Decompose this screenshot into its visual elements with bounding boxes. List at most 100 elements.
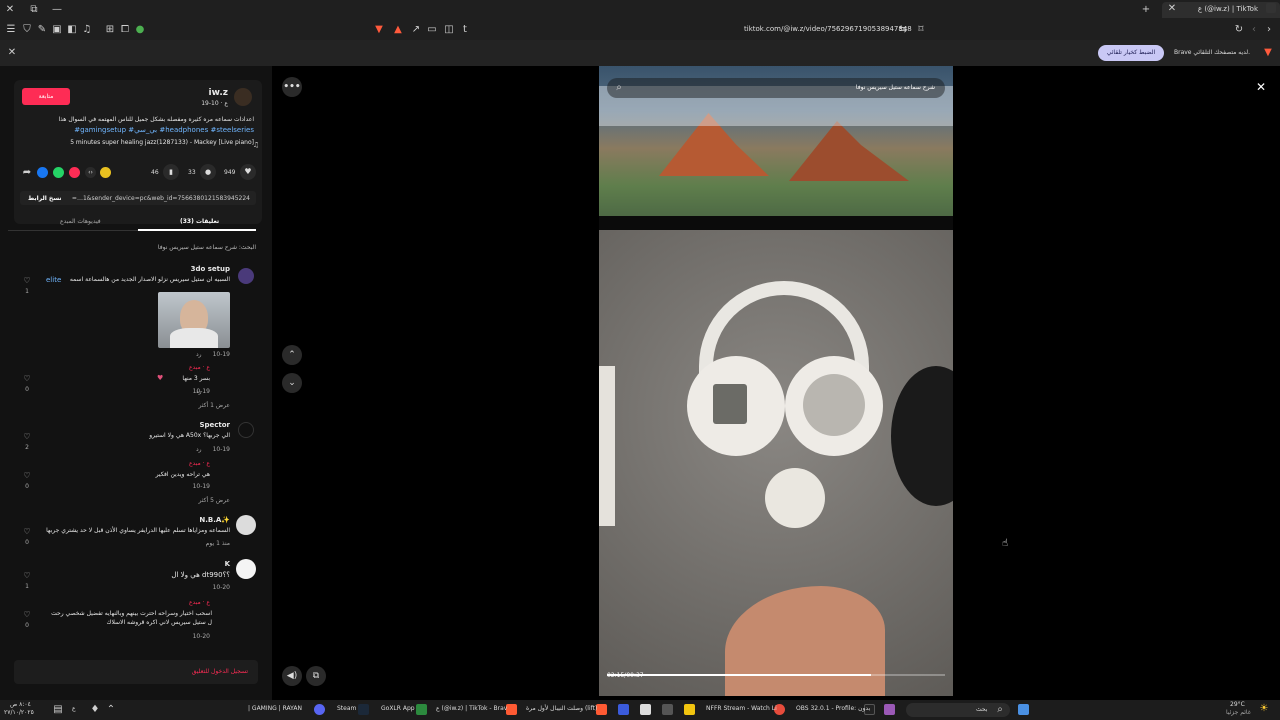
picture-in-picture-icon[interactable]: ◫	[443, 24, 455, 36]
comment-username[interactable]: Spector	[199, 421, 230, 429]
network-icon[interactable]: ▤	[52, 704, 64, 716]
restore-icon[interactable]: ⧉	[28, 4, 40, 16]
set-default-button[interactable]: الضبط كخيار تلقائي	[1098, 45, 1164, 61]
taskbar-item-steam[interactable]: Steam	[337, 705, 356, 712]
reply-username[interactable]: ع · مبدع	[189, 460, 210, 467]
comment-username[interactable]: 3do setup	[191, 265, 230, 273]
folder-icon[interactable]	[684, 704, 695, 715]
video-player[interactable]: ⌕ شرح سماعه ستيل سيريس نوفا 02:15/00:37	[599, 66, 953, 696]
embed-icon[interactable]: ‹›	[85, 167, 96, 178]
clock-time[interactable]: ٨:٠٤ ص	[10, 701, 31, 708]
app-icon[interactable]	[884, 704, 895, 715]
comment-like-icon[interactable]: ♡	[21, 610, 33, 619]
tray-chevron-icon[interactable]: ⌃	[105, 704, 117, 716]
minimize-icon[interactable]: —	[51, 4, 63, 16]
taskbar-item-obs[interactable]: OBS 32.0.1 - Profile: بدون	[796, 705, 870, 712]
comment-like-icon[interactable]: ♡	[21, 571, 33, 580]
avatar[interactable]	[238, 422, 254, 438]
copy-link-button[interactable]: نسخ الرابط	[28, 195, 62, 202]
next-video-icon[interactable]: ⌄	[282, 373, 302, 393]
avatar[interactable]	[236, 559, 256, 579]
brave-icon[interactable]	[596, 704, 607, 715]
comment-image[interactable]	[158, 292, 230, 348]
discord-icon[interactable]	[314, 704, 325, 715]
volume-icon[interactable]: ◀)	[282, 666, 302, 686]
taskbar-item-goxlr[interactable]: GoXLR App	[381, 705, 415, 712]
music-link[interactable]: 5 minutes super healing jazz(1287133) - …	[70, 139, 254, 146]
translate-icon[interactable]: ⇆	[897, 24, 909, 36]
view-more-replies[interactable]: عرض 1 أكثر	[199, 402, 230, 409]
mic-icon[interactable]: ♦	[89, 704, 101, 716]
music-icon[interactable]: ♫	[81, 24, 93, 36]
brave-icon[interactable]	[506, 704, 517, 715]
login-to-comment-link[interactable]: تسجيل الدخول للتعليق	[192, 668, 248, 675]
post-hashtags[interactable]: #gamingsetup #بي_سي #headphones #steelse…	[74, 126, 254, 134]
tab-creator-videos[interactable]: فيديوهات المبدع	[60, 218, 101, 225]
previous-video-icon[interactable]: ⌃	[282, 345, 302, 365]
back-icon[interactable]: ‹	[1248, 24, 1260, 36]
video-search-overlay[interactable]: ⌕ شرح سماعه ستيل سيريس نوفا	[607, 78, 945, 98]
comment-like-icon[interactable]: ♡	[21, 276, 33, 285]
related-search-link[interactable]: البحث: شرح سماعه ستيل سيريس نوفا	[158, 244, 256, 251]
weather-icon[interactable]: ☀	[1258, 703, 1270, 715]
mail-icon[interactable]	[640, 704, 651, 715]
app-icon[interactable]	[416, 704, 427, 715]
repost-icon[interactable]	[69, 167, 80, 178]
comment-username[interactable]: K	[225, 560, 230, 568]
comment-input-box[interactable]: تسجيل الدخول للتعليق	[14, 660, 258, 684]
comment-like-icon[interactable]: ♡	[21, 374, 33, 383]
avatar[interactable]	[238, 268, 254, 284]
comment-icon[interactable]: ●	[200, 164, 216, 180]
brave-shields-icon[interactable]: ▼	[373, 24, 385, 36]
taskbar-search[interactable]: ⌕ بحث	[906, 703, 1010, 717]
puzzle-icon[interactable]: ⧠	[119, 24, 131, 36]
more-options-icon[interactable]: •••	[282, 77, 302, 97]
taskbar-item-video[interactable]: وصلت النيبال لأول مرة (lift)	[526, 705, 597, 712]
comment-like-icon[interactable]: ♡	[21, 527, 33, 536]
screenshot-icon[interactable]: ▣	[51, 24, 63, 36]
taskbar-item-discord[interactable]: | GAMING | RAYAN	[248, 705, 302, 712]
app-icon[interactable]	[662, 704, 673, 715]
clock-date[interactable]: ٢٧/١٠/٢٠٢٥	[4, 709, 34, 716]
reply-button[interactable]: رد	[196, 446, 202, 453]
calendar-icon[interactable]	[618, 704, 629, 715]
reply-button[interactable]: رد	[196, 388, 202, 395]
sidebar-icon[interactable]: ◧	[66, 24, 78, 36]
post-username[interactable]: iw.z	[209, 88, 228, 98]
follow-button[interactable]: متابعة	[22, 88, 70, 105]
reply-username[interactable]: ع · مبدع	[189, 599, 210, 606]
comment-like-icon[interactable]: ♡	[21, 471, 33, 480]
shield-icon[interactable]: ⛉	[21, 24, 33, 36]
picture-in-picture-icon[interactable]: ⧉	[306, 666, 326, 686]
view-more-replies[interactable]: عرض 5 أكثر	[199, 497, 230, 504]
reload-icon[interactable]: ↻	[1233, 24, 1245, 36]
bookmark-icon[interactable]: ⌑	[915, 24, 927, 36]
menu-icon[interactable]: ☰	[5, 24, 17, 36]
avatar[interactable]	[236, 515, 256, 535]
share-icon[interactable]: ↗	[410, 24, 422, 36]
close-video-icon[interactable]: ✕	[1254, 81, 1268, 93]
whatsapp-icon[interactable]	[53, 167, 64, 178]
tab-comments[interactable]: تعليقات (33)	[180, 218, 219, 225]
comment-username[interactable]: N.B.A✨	[199, 516, 230, 524]
start-icon[interactable]	[1018, 704, 1029, 715]
brave-rewards-icon[interactable]: ▲	[392, 24, 404, 36]
steam-icon[interactable]	[358, 704, 369, 715]
close-tab-icon[interactable]: ✕	[1166, 3, 1178, 15]
reply-username[interactable]: ع · مبدع	[189, 364, 210, 371]
new-tab-icon[interactable]: +	[1140, 4, 1152, 16]
progress-track[interactable]	[607, 674, 945, 676]
forward-icon[interactable]: ›	[1263, 24, 1275, 36]
pencil-icon[interactable]: ✎	[36, 24, 48, 36]
close-window-icon[interactable]: ✕	[4, 4, 16, 16]
close-infobar-icon[interactable]: ✕	[6, 47, 18, 59]
tab-tiktok[interactable]: ✕ ع (@iw.z) | TikTok	[1162, 2, 1280, 18]
address-bar[interactable]: tiktok.com/@iw.z/video/75629671905389478…	[744, 25, 912, 33]
taskbar-item-tiktok[interactable]: ع (@iw.z) | TikTok - Brav	[436, 705, 507, 712]
facebook-icon[interactable]	[37, 167, 48, 178]
comment-like-icon[interactable]: ♡	[21, 432, 33, 441]
language-indicator[interactable]: ع	[72, 705, 76, 712]
comment-tag[interactable]: elite	[46, 276, 61, 284]
coin-icon[interactable]	[100, 167, 111, 178]
extensions-icon[interactable]: ⊞	[104, 24, 116, 36]
